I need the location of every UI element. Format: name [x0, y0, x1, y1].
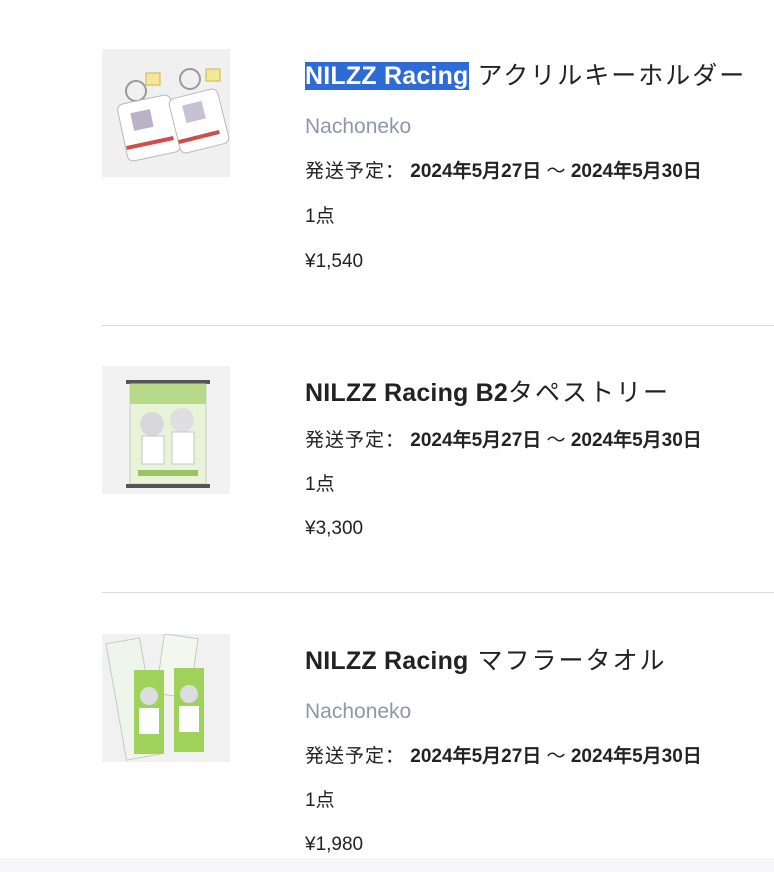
title-main: NILZZ Racing [305, 647, 469, 675]
artist-name[interactable]: Nachoneko [305, 112, 774, 142]
shipping-to: 2024年5月30日 [570, 161, 702, 182]
item-info: NILZZ Racing マフラータオル Nachoneko 発送予定： 202… [305, 643, 774, 859]
shipping-separator: ～ [546, 161, 566, 182]
product-title[interactable]: NILZZ Racing アクリルキーホルダー [305, 58, 774, 94]
shipping-label: 発送予定： [305, 746, 406, 767]
quantity: 1点 [305, 790, 335, 811]
product-title[interactable]: NILZZ Racing B2タペストリー [305, 375, 774, 411]
title-main: NILZZ Racing B2 [305, 379, 509, 407]
shipping-from: 2024年5月27日 [410, 161, 542, 182]
shipping-label: 発送予定： [305, 430, 406, 451]
divider [102, 592, 774, 593]
product-title[interactable]: NILZZ Racing マフラータオル [305, 643, 774, 679]
quantity: 1点 [305, 206, 335, 227]
shipping-schedule: 発送予定： 2024年5月27日 ～ 2024年5月30日 [305, 427, 774, 455]
price: ¥3,300 [305, 518, 364, 539]
shipping-separator: ～ [546, 746, 566, 767]
artist-name[interactable]: Nachoneko [305, 697, 774, 727]
title-highlight: NILZZ Racing [305, 62, 469, 90]
shipping-schedule: 発送予定： 2024年5月27日 ～ 2024年5月30日 [305, 158, 774, 186]
shipping-to: 2024年5月30日 [570, 430, 702, 451]
item-info: NILZZ Racing アクリルキーホルダー Nachoneko 発送予定： … [305, 58, 774, 276]
item-info: NILZZ Racing B2タペストリー 発送予定： 2024年5月27日 ～… [305, 375, 774, 543]
title-rest: タペストリー [508, 379, 671, 407]
muffler-towel-icon [102, 634, 230, 762]
shipping-separator: ～ [546, 430, 566, 451]
acrylic-keychain-icon [102, 49, 230, 177]
product-thumbnail[interactable] [102, 634, 230, 762]
shipping-label: 発送予定： [305, 161, 406, 182]
product-thumbnail[interactable] [102, 49, 230, 177]
title-rest: アクリルキーホルダー [468, 62, 747, 90]
quantity: 1点 [305, 474, 335, 495]
price: ¥1,540 [305, 251, 364, 272]
divider [102, 325, 774, 326]
shipping-to: 2024年5月30日 [570, 746, 702, 767]
shipping-from: 2024年5月27日 [410, 430, 542, 451]
price: ¥1,980 [305, 834, 364, 855]
order-items-list: NILZZ Racing アクリルキーホルダー Nachoneko 発送予定： … [0, 0, 774, 872]
footer-band [0, 858, 774, 872]
title-rest: マフラータオル [468, 647, 667, 675]
tapestry-icon [102, 366, 230, 494]
shipping-schedule: 発送予定： 2024年5月27日 ～ 2024年5月30日 [305, 743, 774, 771]
product-thumbnail[interactable] [102, 366, 230, 494]
shipping-from: 2024年5月27日 [410, 746, 542, 767]
